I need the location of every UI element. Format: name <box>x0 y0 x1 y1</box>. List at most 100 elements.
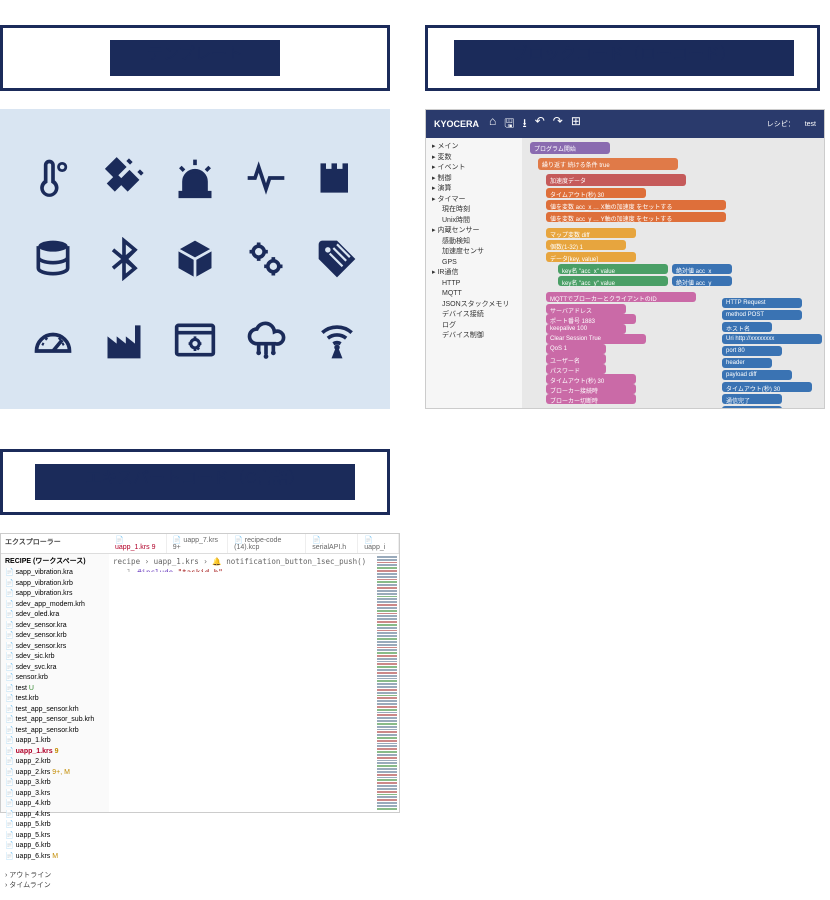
tag-icon[interactable] <box>315 237 359 281</box>
code-block[interactable]: 加速度データ <box>546 174 686 186</box>
code-line[interactable]: 1#include "taskid.h" <box>109 568 375 572</box>
file-item[interactable]: 📄 sdev_sensor.kra <box>5 621 105 632</box>
file-item[interactable]: 📄 sapp_vibration.kra <box>5 568 105 579</box>
factory-icon[interactable] <box>102 318 146 362</box>
code-block[interactable]: key名 "acc_x" value <box>558 264 668 274</box>
code-block[interactable]: 値を変数 acc_x … X軸の加速度 をセットする <box>546 200 726 210</box>
file-item[interactable]: 📄 uapp_3.krs <box>5 789 105 800</box>
tree-item[interactable]: HTTP <box>442 279 516 290</box>
code-block[interactable]: MQTTでブローカーとクライアントのID <box>546 292 696 302</box>
tree-item[interactable]: 加速度センサ <box>442 247 516 258</box>
tree-item[interactable]: Unix時間 <box>442 216 516 227</box>
fortress-icon[interactable] <box>315 156 359 200</box>
file-item[interactable]: 📄 sdev_oled.kra <box>5 610 105 621</box>
siren-icon[interactable] <box>173 156 217 200</box>
code-block[interactable]: 繰り返す 続ける条件 true <box>538 158 678 170</box>
cloud-network-icon[interactable] <box>244 318 288 362</box>
file-item[interactable]: 📄 uapp_4.krs <box>5 810 105 821</box>
code-block[interactable]: ポート番号 1883 <box>546 314 636 324</box>
breadcrumb[interactable]: recipe › uapp_1.krs › 🔔 notification_but… <box>109 556 375 568</box>
bluetooth-icon[interactable] <box>102 237 146 281</box>
redo-icon[interactable]: ↷ <box>553 114 563 135</box>
code-block[interactable]: 通信完了 <box>722 394 782 404</box>
file-item[interactable]: 📄 test.krb <box>5 694 105 705</box>
database-icon[interactable] <box>31 237 75 281</box>
code-block[interactable]: header <box>722 358 772 368</box>
tree-item[interactable]: ▸ 制御 <box>432 174 516 185</box>
code-block[interactable]: タイムアウト(秒) 30 <box>546 188 646 198</box>
file-item[interactable]: 📄 sdev_svc.kra <box>5 663 105 674</box>
tree-item[interactable]: ▸ 変数 <box>432 153 516 164</box>
code-block[interactable]: Uri http://xxxxxxxx <box>722 334 822 344</box>
editor-tabs[interactable]: 📄 uapp_1.krs 9📄 uapp_7.krs 9+📄 recipe-co… <box>109 534 399 554</box>
tree-item[interactable]: ▸ イベント <box>432 163 516 174</box>
tree-item[interactable]: JSONスタックメモリ <box>442 300 516 311</box>
tree-item[interactable]: GPS <box>442 258 516 269</box>
editor-tab[interactable]: 📄 uapp_7.krs 9+ <box>167 534 228 553</box>
code-block[interactable]: ブローカー切断時 <box>546 394 636 404</box>
code-block[interactable]: タイムアウト(秒) 30 <box>722 382 812 392</box>
block-category-tree[interactable]: ▸ メイン▸ 変数▸ イベント▸ 制御▸ 演算▸ タイマー現在時刻Unix時間▸… <box>426 138 522 408</box>
explorer-section[interactable]: › タイムライン <box>5 880 105 890</box>
package-icon[interactable] <box>173 237 217 281</box>
tree-item[interactable]: ▸ 内蔵センサー <box>432 226 516 237</box>
code-block[interactable]: データ[key, value] <box>546 252 636 262</box>
file-item[interactable]: 📄 test_app_sensor_sub.krh <box>5 715 105 726</box>
editor-tab[interactable]: 📄 recipe-code (14).kcp <box>228 534 306 553</box>
file-item[interactable]: 📄 uapp_6.krs M <box>5 852 105 863</box>
home-icon[interactable]: ⌂ <box>489 114 496 135</box>
export-icon[interactable]: ⭳ <box>523 114 527 135</box>
tree-item[interactable]: デバイス制御 <box>442 331 516 342</box>
editor-tab[interactable]: 📄 serialAPI.h <box>306 534 358 553</box>
code-block[interactable]: HTTP Request <box>722 298 802 308</box>
undo-icon[interactable]: ↶ <box>535 114 545 135</box>
block-canvas[interactable]: プログラム開始繰り返す 続ける条件 true加速度データタイムアウト(秒) 30… <box>522 138 824 408</box>
file-item[interactable]: 📄 test U <box>5 684 105 695</box>
code-block[interactable]: 個数(1-32) 1 <box>546 240 626 250</box>
tree-item[interactable]: デバイス接続 <box>442 310 516 321</box>
file-item[interactable]: 📄 uapp_4.krb <box>5 799 105 810</box>
file-item[interactable]: 📄 sensor.krb <box>5 673 105 684</box>
file-item[interactable]: 📄 uapp_2.krs 9+, M <box>5 768 105 779</box>
code-block[interactable]: port 80 <box>722 346 782 356</box>
code-block[interactable]: ユーザー名 <box>546 354 606 364</box>
satellite-icon[interactable] <box>102 156 146 200</box>
save-icon[interactable]: 🖫 <box>504 114 514 135</box>
wifi-beacon-icon[interactable] <box>315 318 359 362</box>
gears-icon[interactable] <box>244 237 288 281</box>
tree-item[interactable]: ログ <box>442 321 516 332</box>
tree-item[interactable]: ▸ メイン <box>432 142 516 153</box>
tree-item[interactable]: ▸ IR通信 <box>432 268 516 279</box>
tree-item[interactable]: ▸ 演算 <box>432 184 516 195</box>
file-item[interactable]: 📄 sdev_sic.krb <box>5 652 105 663</box>
code-block[interactable]: タイムアウト(秒) 30 <box>546 374 636 384</box>
thermometer-icon[interactable] <box>31 156 75 200</box>
app-settings-icon[interactable] <box>173 318 217 362</box>
tree-item[interactable]: MQTT <box>442 289 516 300</box>
file-item[interactable]: 📄 uapp_6.krb <box>5 841 105 852</box>
code-block[interactable]: サーバアドレス <box>546 304 626 314</box>
tree-item[interactable]: ▸ タイマー <box>432 195 516 206</box>
file-item[interactable]: 📄 sdev_sensor.krb <box>5 631 105 642</box>
file-item[interactable]: 📄 uapp_1.krb <box>5 736 105 747</box>
tree-item[interactable]: 感動検知 <box>442 237 516 248</box>
file-item[interactable]: 📄 sdev_app_modem.krh <box>5 600 105 611</box>
file-item[interactable]: 📄 uapp_5.krs <box>5 831 105 842</box>
code-block[interactable]: keepalive 100 <box>546 324 626 334</box>
file-item[interactable]: 📄 sapp_vibration.krs <box>5 589 105 600</box>
file-item[interactable]: 📄 uapp_2.krb <box>5 757 105 768</box>
file-explorer[interactable]: RECIPE (ワークスペース) 📄 sapp_vibration.kra📄 s… <box>1 554 109 812</box>
editor-tab[interactable]: 📄 uapp_1.krs 9 <box>109 534 167 553</box>
code-block[interactable]: 絶対値 acc_y <box>672 276 732 286</box>
file-item[interactable]: 📄 uapp_1.krs 9 <box>5 747 105 758</box>
file-item[interactable]: 📄 sapp_vibration.krb <box>5 579 105 590</box>
code-block[interactable]: パスワード <box>546 364 606 374</box>
pulse-icon[interactable] <box>244 156 288 200</box>
explorer-section[interactable]: › アウトライン <box>5 870 105 880</box>
code-block[interactable]: QoS 1 <box>546 344 606 354</box>
file-item[interactable]: 📄 uapp_3.krb <box>5 778 105 789</box>
file-item[interactable]: 📄 test_app_sensor.krh <box>5 705 105 716</box>
code-block[interactable]: マップ変数 diff <box>546 228 636 238</box>
file-item[interactable]: 📄 uapp_5.krb <box>5 820 105 831</box>
code-block[interactable]: 値を変数 acc_y … Y軸の加速度 をセットする <box>546 212 726 222</box>
